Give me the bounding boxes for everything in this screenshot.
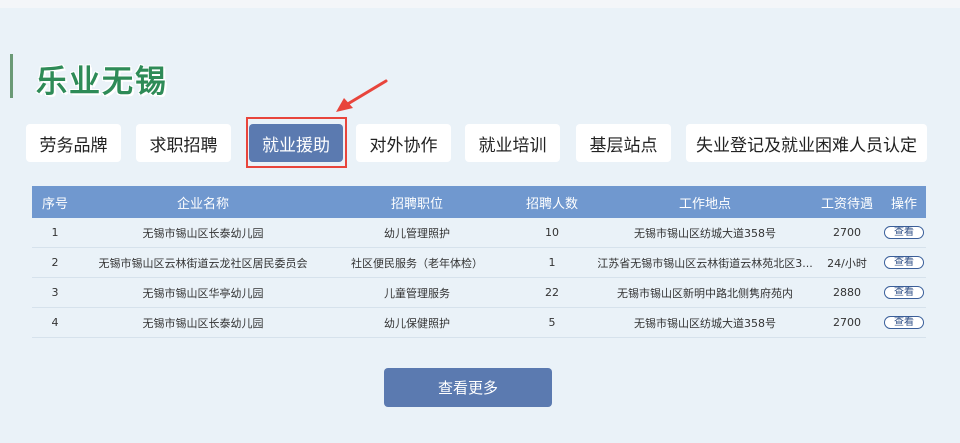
- tab-grassroots-stations[interactable]: 基层站点: [576, 124, 671, 162]
- cell-position: 社区便民服务（老年体检）: [351, 256, 483, 270]
- cell-count: 10: [545, 226, 559, 239]
- header-action: 操作: [890, 196, 917, 212]
- header-position: 招聘职位: [390, 196, 443, 212]
- cell-company: 无锡市锡山区华亭幼儿园: [142, 286, 264, 300]
- view-button[interactable]: 查看: [884, 316, 924, 329]
- cell-position: 幼儿保健照护: [384, 316, 450, 330]
- cell-location: 无锡市锡山区纺城大道358号: [634, 316, 776, 330]
- highlight-annotation-box: [246, 117, 347, 168]
- table-row: 3 无锡市锡山区华亭幼儿园 儿童管理服务 22 无锡市锡山区新明中路北侧隽府苑内…: [32, 278, 926, 308]
- cell-company: 无锡市锡山区云林街道云龙社区居民委员会: [98, 256, 308, 270]
- cell-no: 1: [51, 226, 59, 239]
- category-tabs: 劳务品牌 求职招聘 就业援助 对外协作 就业培训 基层站点 失业登记及就业困难人…: [0, 124, 960, 164]
- cell-count: 5: [548, 316, 556, 329]
- header-count: 招聘人数: [525, 196, 578, 212]
- tab-labor-brand[interactable]: 劳务品牌: [26, 124, 121, 162]
- cell-location: 江苏省无锡市锡山区云林街道云林苑北区3...: [598, 256, 812, 270]
- cell-location: 无锡市锡山区纺城大道358号: [634, 226, 776, 240]
- page-title: 乐业无锡: [36, 64, 168, 100]
- tab-employment-training[interactable]: 就业培训: [465, 124, 560, 162]
- view-more-button[interactable]: 查看更多: [384, 368, 552, 407]
- table-row: 1 无锡市锡山区长泰幼儿园 幼儿管理照护 10 无锡市锡山区纺城大道358号 2…: [32, 218, 926, 248]
- annotation-arrow-icon: [336, 79, 388, 112]
- cell-company: 无锡市锡山区长泰幼儿园: [142, 316, 264, 330]
- cell-position: 幼儿管理照护: [384, 226, 450, 240]
- cell-location: 无锡市锡山区新明中路北侧隽府苑内: [617, 286, 793, 300]
- cell-salary: 2700: [833, 316, 861, 329]
- header-no: 序号: [41, 196, 68, 212]
- title-accent-bar: [10, 54, 13, 98]
- cell-position: 儿童管理服务: [384, 286, 450, 300]
- table-row: 2 无锡市锡山区云林街道云龙社区居民委员会 社区便民服务（老年体检） 1 江苏省…: [32, 248, 926, 278]
- view-button[interactable]: 查看: [884, 226, 924, 239]
- cell-no: 3: [51, 286, 59, 299]
- cell-no: 4: [51, 316, 59, 329]
- cell-salary: 24/小时: [827, 256, 867, 270]
- cell-count: 22: [545, 286, 559, 299]
- header-location: 工作地点: [678, 196, 731, 212]
- header-salary: 工资待遇: [820, 196, 873, 212]
- tab-external-cooperation[interactable]: 对外协作: [356, 124, 451, 162]
- table-header: 序号 企业名称 招聘职位 招聘人数 工作地点 工资待遇 操作: [32, 186, 926, 218]
- header-company: 企业名称: [176, 196, 229, 212]
- tab-job-recruitment[interactable]: 求职招聘: [136, 124, 231, 162]
- cell-no: 2: [51, 256, 59, 269]
- cell-count: 1: [548, 256, 556, 269]
- view-button[interactable]: 查看: [884, 286, 924, 299]
- view-button[interactable]: 查看: [884, 256, 924, 269]
- table-row: 4 无锡市锡山区长泰幼儿园 幼儿保健照护 5 无锡市锡山区纺城大道358号 27…: [32, 308, 926, 338]
- cell-company: 无锡市锡山区长泰幼儿园: [142, 226, 264, 240]
- job-table: 序号 企业名称 招聘职位 招聘人数 工作地点 工资待遇 操作 1 无锡市锡山区长…: [32, 186, 926, 338]
- cell-salary: 2700: [833, 226, 861, 239]
- cell-salary: 2880: [833, 286, 861, 299]
- tab-unemployment-registration[interactable]: 失业登记及就业困难人员认定: [686, 124, 927, 162]
